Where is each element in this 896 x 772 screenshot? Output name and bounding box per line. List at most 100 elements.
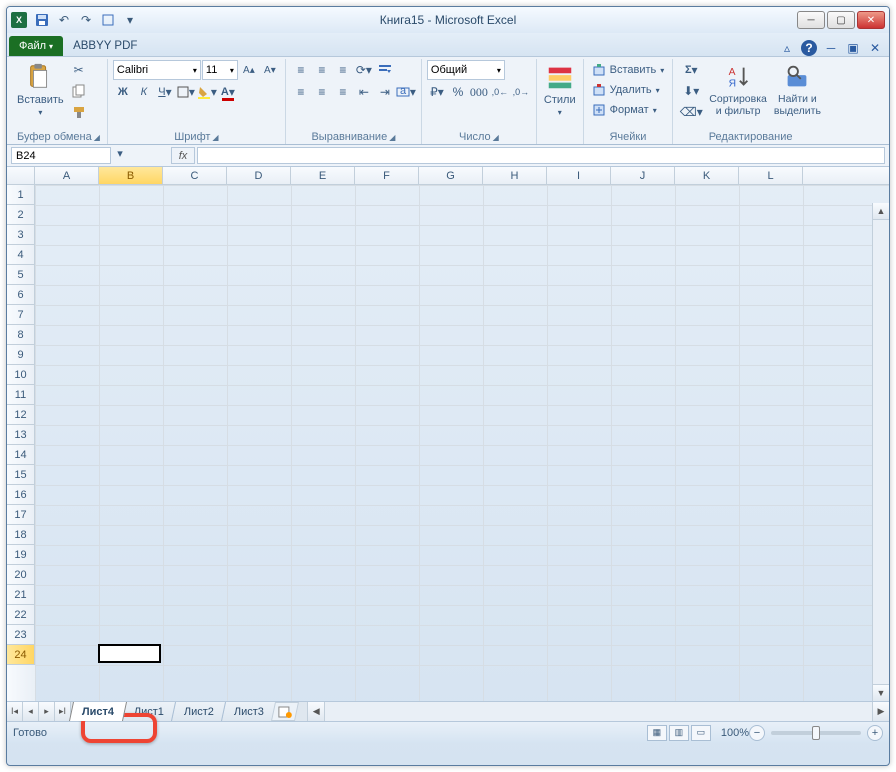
col-header-B[interactable]: B [99,167,163,184]
formula-input[interactable] [197,147,885,164]
col-header-H[interactable]: H [483,167,547,184]
row-header-24[interactable]: 24 [7,645,35,665]
minimize-button[interactable]: ─ [797,11,825,29]
sort-filter-button[interactable]: АЯ Сортировка и фильтр [707,60,769,119]
row-header-17[interactable]: 17 [7,505,35,525]
row-header-19[interactable]: 19 [7,545,35,565]
file-tab[interactable]: Файл▾ [9,36,63,56]
close-button[interactable]: ✕ [857,11,885,29]
row-header-10[interactable]: 10 [7,365,35,385]
grow-font-icon[interactable]: A▴ [239,60,259,80]
percent-icon[interactable]: % [448,82,468,102]
format-painter-icon[interactable] [69,102,89,122]
clear-icon[interactable]: ⌫▾ [678,102,704,122]
row-header-7[interactable]: 7 [7,305,35,325]
bold-icon[interactable]: Ж [113,82,133,102]
sheet-tab-2[interactable]: Лист2 [171,702,227,721]
comma-icon[interactable]: 000 [469,82,489,102]
cells-delete-button[interactable]: Удалить ▾ [589,80,663,100]
paste-button[interactable]: Вставить▾ [15,60,66,120]
cell-grid[interactable] [35,185,889,701]
scroll-right-icon[interactable]: ▶ [872,702,889,721]
qat-customize-icon[interactable]: ▾ [121,11,139,29]
vertical-scrollbar[interactable]: ▲ ▼ [872,203,889,701]
new-sheet-button[interactable] [271,702,299,721]
fx-icon[interactable]: fx [171,147,195,164]
clipboard-launcher-icon[interactable]: ◢ [94,133,100,142]
sheet-nav-first-icon[interactable]: I◂ [7,702,23,721]
align-right-icon[interactable]: ≡ [333,82,353,102]
shrink-font-icon[interactable]: A▾ [260,60,280,80]
row-header-8[interactable]: 8 [7,325,35,345]
cells-insert-button[interactable]: Вставить ▾ [589,60,668,80]
zoom-slider[interactable] [771,731,861,735]
scroll-up-icon[interactable]: ▲ [873,203,889,220]
row-header-15[interactable]: 15 [7,465,35,485]
row-header-12[interactable]: 12 [7,405,35,425]
save-icon[interactable] [33,11,51,29]
name-box[interactable]: B24 [11,147,111,164]
col-header-D[interactable]: D [227,167,291,184]
zoom-in-button[interactable]: + [867,725,883,741]
col-header-J[interactable]: J [611,167,675,184]
ribbon-tab-10[interactable]: ABBYY PDF [65,35,145,56]
sheet-tab-0[interactable]: Лист4 [69,702,127,721]
orientation-icon[interactable]: ⟳▾ [354,60,374,80]
cells-format-button[interactable]: Формат ▾ [589,100,660,120]
doc-close-icon[interactable]: ✕ [867,40,883,56]
align-middle-icon[interactable]: ≡ [312,60,332,80]
view-break-icon[interactable]: ▭ [691,725,711,741]
autosum-icon[interactable]: Σ▾ [678,60,704,80]
row-header-16[interactable]: 16 [7,485,35,505]
underline-icon[interactable]: Ч▾ [155,82,175,102]
col-header-K[interactable]: K [675,167,739,184]
row-header-18[interactable]: 18 [7,525,35,545]
ribbon-minimize-icon[interactable]: ▵ [779,40,795,56]
sheet-nav-next-icon[interactable]: ▸ [39,702,55,721]
sheet-nav-prev-icon[interactable]: ◂ [23,702,39,721]
font-launcher-icon[interactable]: ◢ [212,133,218,142]
indent-dec-icon[interactable]: ⇤ [354,82,374,102]
fill-icon[interactable]: ⬇▾ [678,81,704,101]
row-header-20[interactable]: 20 [7,565,35,585]
align-bottom-icon[interactable]: ≡ [333,60,353,80]
indent-inc-icon[interactable]: ⇥ [375,82,395,102]
row-header-2[interactable]: 2 [7,205,35,225]
row-header-4[interactable]: 4 [7,245,35,265]
qat-extra-icon[interactable] [99,11,117,29]
cut-icon[interactable]: ✂ [69,60,89,80]
zoom-out-button[interactable]: − [749,725,765,741]
col-header-E[interactable]: E [291,167,355,184]
copy-icon[interactable] [69,81,89,101]
view-layout-icon[interactable]: ▥ [669,725,689,741]
currency-icon[interactable]: ₽▾ [427,82,447,102]
row-header-13[interactable]: 13 [7,425,35,445]
col-header-G[interactable]: G [419,167,483,184]
row-header-22[interactable]: 22 [7,605,35,625]
italic-icon[interactable]: К [134,82,154,102]
select-all-corner[interactable] [7,167,35,184]
row-header-1[interactable]: 1 [7,185,35,205]
wrap-text-icon[interactable] [375,60,395,80]
row-header-6[interactable]: 6 [7,285,35,305]
row-header-23[interactable]: 23 [7,625,35,645]
active-cell[interactable] [98,644,161,663]
sheet-tab-3[interactable]: Лист3 [221,702,277,721]
row-header-21[interactable]: 21 [7,585,35,605]
col-header-C[interactable]: C [163,167,227,184]
row-header-3[interactable]: 3 [7,225,35,245]
help-icon[interactable]: ? [801,40,817,56]
font-name-combo[interactable]: Calibri▾ [113,60,201,80]
align-left-icon[interactable]: ≡ [291,82,311,102]
undo-icon[interactable]: ↶ [55,11,73,29]
name-box-drop-icon[interactable]: ▾ [113,147,127,164]
row-header-14[interactable]: 14 [7,445,35,465]
dec-decimal-icon[interactable]: ,0→ [511,82,531,102]
font-color-icon[interactable]: А▾ [218,82,238,102]
col-header-L[interactable]: L [739,167,803,184]
sheet-tab-1[interactable]: Лист1 [121,702,177,721]
doc-restore-icon[interactable]: ▣ [845,40,861,56]
inc-decimal-icon[interactable]: ,0← [490,82,510,102]
redo-icon[interactable]: ↷ [77,11,95,29]
row-header-9[interactable]: 9 [7,345,35,365]
